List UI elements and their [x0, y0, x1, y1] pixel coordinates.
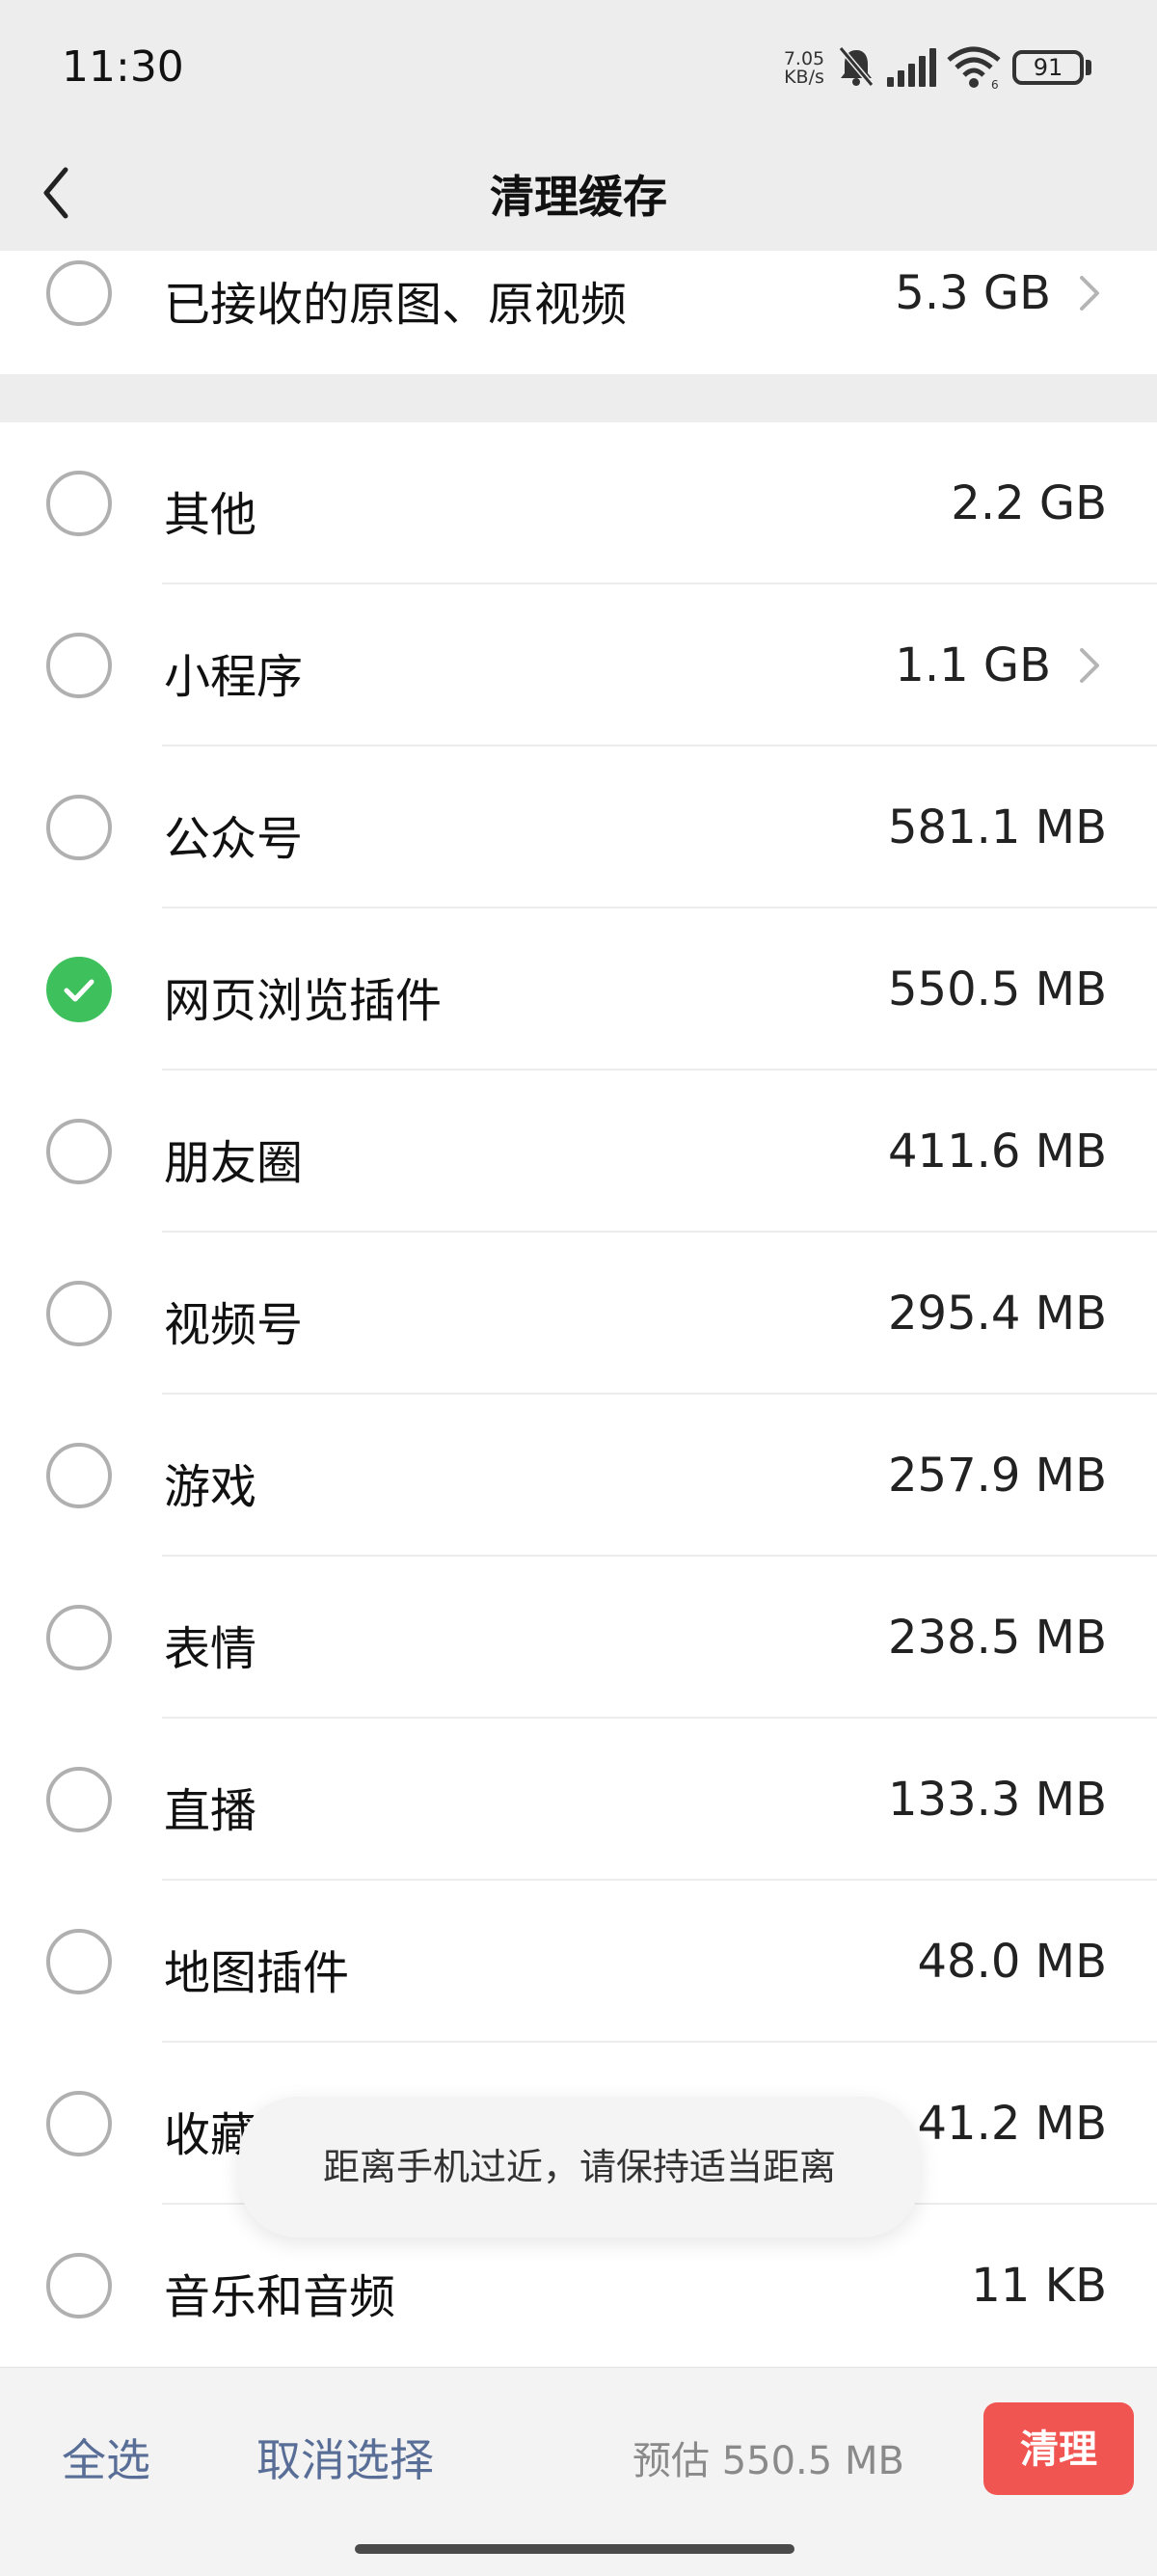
cache-item-row[interactable]: 网页浏览插件 550.5 MB [0, 908, 1157, 1071]
radio-unchecked[interactable] [46, 1281, 112, 1346]
chevron-right-icon [1080, 648, 1099, 683]
clean-button[interactable]: 清理 [983, 2402, 1134, 2495]
header: 清理缓存 [0, 135, 1157, 251]
page-title: 清理缓存 [490, 171, 667, 223]
cache-item-row[interactable]: 小程序 1.1 GB [0, 584, 1157, 746]
row-label: 其他 [164, 488, 257, 542]
radio-unchecked[interactable] [46, 1443, 112, 1508]
radio-unchecked[interactable] [46, 1119, 112, 1184]
select-all-button[interactable]: 全选 [62, 2426, 150, 2489]
row-size: 550.5 MB [887, 963, 1107, 1017]
cache-item-row[interactable]: 游戏 257.9 MB [0, 1395, 1157, 1557]
svg-text:6: 6 [991, 78, 999, 89]
radio-checked[interactable] [46, 957, 112, 1022]
cache-item-row[interactable]: 表情 238.5 MB [0, 1557, 1157, 1719]
battery-indicator: 91 [1012, 50, 1084, 85]
network-speed: 7.05 KB/s [779, 50, 829, 87]
cache-item-row[interactable]: 朋友圈 411.6 MB [0, 1071, 1157, 1233]
cache-item-list: 其他 2.2 GB 小程序 1.1 GB 公众号 581.1 MB 网页浏览插件 550.5 … [0, 422, 1157, 2367]
radio-unchecked[interactable] [46, 260, 112, 326]
home-indicator[interactable] [355, 2544, 794, 2554]
row-label: 小程序 [164, 650, 304, 704]
cache-item-row[interactable]: 其他 2.2 GB [0, 422, 1157, 584]
radio-unchecked[interactable] [46, 1929, 112, 1994]
signal-icon [887, 48, 936, 87]
row-size: 295.4 MB [887, 1287, 1107, 1341]
bell-muted-icon [838, 46, 874, 87]
radio-unchecked[interactable] [46, 471, 112, 536]
radio-unchecked[interactable] [46, 633, 112, 698]
radio-unchecked[interactable] [46, 2091, 112, 2156]
row-label: 网页浏览插件 [164, 974, 443, 1028]
radio-unchecked[interactable] [46, 1767, 112, 1832]
row-size: 581.1 MB [887, 800, 1107, 854]
row-label: 公众号 [164, 812, 304, 866]
cache-item-row[interactable]: 直播 133.3 MB [0, 1719, 1157, 1881]
check-icon [64, 979, 94, 1002]
row-size: 1.1 GB [895, 638, 1051, 692]
row-label: 表情 [164, 1622, 257, 1676]
wifi-icon: 6 [947, 46, 1001, 89]
row-label: 游戏 [164, 1460, 257, 1514]
row-label: 已接收的原图、原视频 [164, 278, 628, 332]
chevron-right-icon [1080, 276, 1099, 311]
estimated-size: 预估 550.5 MB [632, 2439, 904, 2483]
row-label: 直播 [164, 1784, 257, 1838]
cache-item-row[interactable]: 地图插件 48.0 MB [0, 1881, 1157, 2043]
cache-item-row[interactable]: 视频号 295.4 MB [0, 1233, 1157, 1395]
row-label: 视频号 [164, 1298, 304, 1352]
row-size: 411.6 MB [887, 1125, 1107, 1179]
row-size: 2.2 GB [951, 476, 1107, 530]
network-speed-unit: KB/s [784, 67, 824, 88]
row-label: 地图插件 [164, 1946, 350, 2000]
row-size: 5.3 GB [895, 266, 1051, 320]
battery-tip [1086, 60, 1091, 75]
radio-unchecked[interactable] [46, 795, 112, 860]
toast-message: 距离手机过近，请保持适当距离 [239, 2097, 920, 2237]
status-bar: 11:30 7.05 KB/s 6 91 [0, 0, 1157, 135]
row-size: 48.0 MB [917, 1935, 1107, 1989]
deselect-button[interactable]: 取消选择 [256, 2426, 434, 2489]
status-time: 11:30 [62, 42, 184, 92]
cache-item-row[interactable]: 公众号 581.1 MB [0, 746, 1157, 908]
row-label: 朋友圈 [164, 1136, 304, 1190]
row-size: 41.2 MB [917, 2097, 1107, 2151]
row-label: 音乐和音频 [164, 2270, 396, 2324]
row-size: 11 KB [971, 2259, 1107, 2313]
row-size: 238.5 MB [887, 1611, 1107, 1665]
row-size: 257.9 MB [887, 1449, 1107, 1503]
radio-unchecked[interactable] [46, 1605, 112, 1670]
received-media-row[interactable]: 已接收的原图、原视频 5.3 GB [0, 251, 1157, 374]
row-size: 133.3 MB [887, 1773, 1107, 1827]
radio-unchecked[interactable] [46, 2253, 112, 2318]
